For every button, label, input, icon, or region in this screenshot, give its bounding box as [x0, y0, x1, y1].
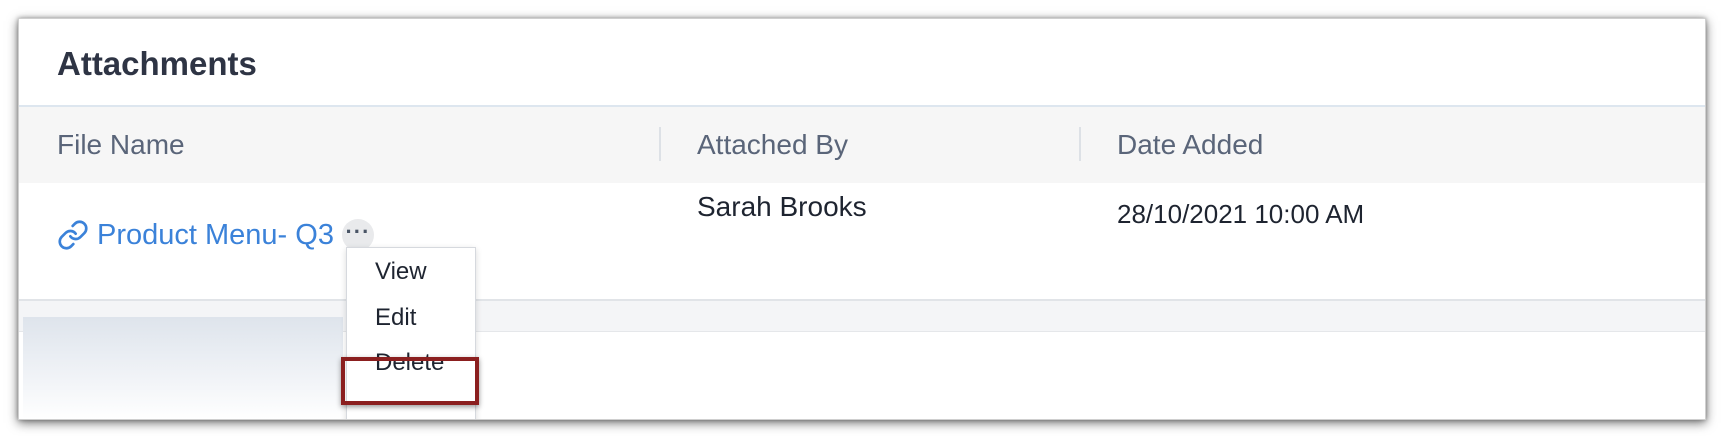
column-resize-handle[interactable]	[1079, 127, 1081, 161]
table-header: File Name Attached By Date Added	[19, 105, 1705, 185]
file-name-link[interactable]: Product Menu- Q3	[97, 219, 334, 252]
row-context-menu: View Edit Delete	[346, 247, 476, 419]
file-name-cell: Product Menu- Q3 ···	[57, 211, 374, 259]
attachments-panel: Attachments File Name Attached By Date A…	[18, 18, 1706, 420]
attached-by-cell: Sarah Brooks	[697, 191, 867, 222]
placeholder-row	[23, 317, 343, 419]
menu-item-view[interactable]: View	[375, 258, 427, 286]
column-header-date-added[interactable]: Date Added	[1117, 107, 1263, 183]
date-added-cell: 28/10/2021 10:00 AM	[1117, 199, 1365, 229]
column-header-file-name[interactable]: File Name	[57, 107, 185, 183]
column-resize-handle[interactable]	[659, 127, 661, 161]
column-header-attached-by[interactable]: Attached By	[697, 107, 848, 183]
menu-item-edit[interactable]: Edit	[375, 304, 416, 332]
panel-title: Attachments	[57, 45, 257, 82]
link-icon	[57, 219, 89, 251]
menu-item-delete[interactable]: Delete	[375, 349, 444, 377]
